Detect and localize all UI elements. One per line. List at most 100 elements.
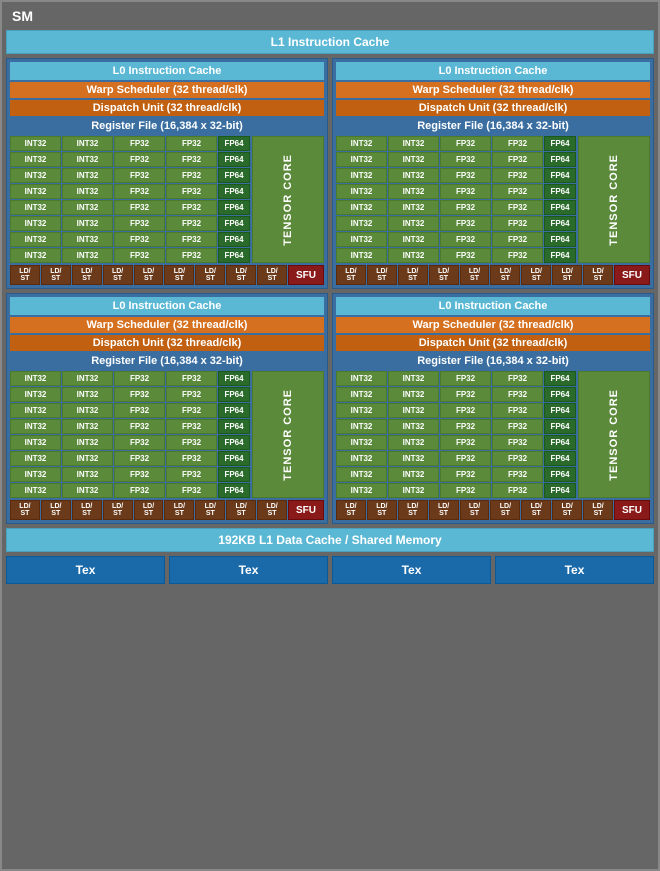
fp32: FP32 (166, 387, 217, 402)
ld-st: LD/ST (226, 265, 256, 285)
int32: INT32 (388, 248, 439, 263)
tex-4: Tex (495, 556, 654, 584)
warp-scheduler-4: Warp Scheduler (32 thread/clk) (336, 317, 650, 333)
fp32: FP32 (166, 483, 217, 498)
int32: INT32 (62, 136, 113, 151)
tex-3: Tex (332, 556, 491, 584)
l0-cache-1: L0 Instruction Cache (10, 62, 324, 80)
fp64: FP64 (218, 168, 250, 183)
int32: INT32 (62, 232, 113, 247)
unit-row: INT32 INT32 FP32 FP32 FP64 (336, 216, 576, 231)
bottom-row-2: LD/ST LD/ST LD/ST LD/ST LD/ST LD/ST LD/S… (336, 265, 650, 285)
fp64: FP64 (544, 168, 576, 183)
ld-st: LD/ST (195, 500, 225, 520)
int32: INT32 (10, 403, 61, 418)
fp32: FP32 (166, 435, 217, 450)
fp32: FP32 (114, 403, 165, 418)
tensor-core-3: TENSOR CORE (252, 371, 324, 498)
compute-area-2: INT32 INT32 FP32 FP32 FP64 INT32 INT32 F… (336, 136, 650, 263)
unit-row: INT32 INT32 FP32 FP32 FP64 (336, 387, 576, 402)
fp32: FP32 (166, 168, 217, 183)
unit-row: INT32 INT32 FP32 FP32 FP64 (336, 403, 576, 418)
fp32: FP32 (440, 200, 491, 215)
fp64: FP64 (544, 200, 576, 215)
int32: INT32 (336, 451, 387, 466)
int32: INT32 (388, 371, 439, 386)
unit-row: INT32 INT32 FP32 FP32 FP64 (336, 168, 576, 183)
fp64: FP64 (218, 248, 250, 263)
ld-st: LD/ST (336, 265, 366, 285)
units-col-1: INT32 INT32 FP32 FP32 FP64 INT32 INT32 F… (10, 136, 250, 263)
int32: INT32 (336, 232, 387, 247)
fp32: FP32 (492, 168, 543, 183)
fp64: FP64 (544, 136, 576, 151)
fp64: FP64 (544, 152, 576, 167)
ld-st: LD/ST (72, 500, 102, 520)
ld-st: LD/ST (429, 265, 459, 285)
int32: INT32 (388, 200, 439, 215)
fp64: FP64 (218, 387, 250, 402)
bottom-row-3: LD/ST LD/ST LD/ST LD/ST LD/ST LD/ST LD/S… (10, 500, 324, 520)
int32: INT32 (62, 371, 113, 386)
units-col-2: INT32 INT32 FP32 FP32 FP64 INT32 INT32 F… (336, 136, 576, 263)
ld-st: LD/ST (429, 500, 459, 520)
unit-row: INT32 INT32 FP32 FP32 FP64 (336, 467, 576, 482)
dispatch-unit-2: Dispatch Unit (32 thread/clk) (336, 100, 650, 116)
dispatch-unit-4: Dispatch Unit (32 thread/clk) (336, 335, 650, 351)
unit-row: INT32 INT32 FP32 FP32 FP64 (10, 403, 250, 418)
sub-processor-1: L0 Instruction Cache Warp Scheduler (32 … (6, 58, 328, 289)
fp64: FP64 (544, 435, 576, 450)
int32: INT32 (10, 136, 61, 151)
int32: INT32 (388, 387, 439, 402)
ld-st: LD/ST (521, 265, 551, 285)
tex-2: Tex (169, 556, 328, 584)
int32: INT32 (388, 435, 439, 450)
ld-st: LD/ST (460, 500, 490, 520)
fp32: FP32 (114, 152, 165, 167)
int32: INT32 (10, 371, 61, 386)
fp32: FP32 (440, 184, 491, 199)
int32: INT32 (336, 200, 387, 215)
fp64: FP64 (544, 184, 576, 199)
fp64: FP64 (544, 371, 576, 386)
fp32: FP32 (440, 483, 491, 498)
int32: INT32 (336, 387, 387, 402)
sfu-1: SFU (288, 265, 324, 285)
compute-area-3: INT32 INT32 FP32 FP32 FP64 INT32 INT32 F… (10, 371, 324, 498)
int32: INT32 (62, 435, 113, 450)
int32: INT32 (62, 216, 113, 231)
sfu-4: SFU (614, 500, 650, 520)
int32: INT32 (388, 403, 439, 418)
fp32: FP32 (166, 136, 217, 151)
fp32: FP32 (166, 232, 217, 247)
l1-data-cache: 192KB L1 Data Cache / Shared Memory (6, 528, 654, 552)
int32: INT32 (62, 152, 113, 167)
sub-processor-2: L0 Instruction Cache Warp Scheduler (32 … (332, 58, 654, 289)
int32: INT32 (62, 483, 113, 498)
fp32: FP32 (114, 136, 165, 151)
unit-row: INT32 INT32 FP32 FP32 FP64 (10, 419, 250, 434)
ld-st: LD/ST (103, 500, 133, 520)
int32: INT32 (10, 216, 61, 231)
register-file-4: Register File (16,384 x 32-bit) (336, 353, 650, 369)
ld-st: LD/ST (72, 265, 102, 285)
ld-st: LD/ST (10, 265, 40, 285)
int32: INT32 (336, 435, 387, 450)
int32: INT32 (336, 248, 387, 263)
fp32: FP32 (492, 435, 543, 450)
ld-st: LD/ST (398, 500, 428, 520)
fp64: FP64 (544, 248, 576, 263)
int32: INT32 (62, 168, 113, 183)
fp32: FP32 (440, 152, 491, 167)
fp32: FP32 (114, 387, 165, 402)
fp64: FP64 (218, 419, 250, 434)
fp32: FP32 (440, 419, 491, 434)
fp64: FP64 (218, 216, 250, 231)
fp64: FP64 (218, 232, 250, 247)
l0-cache-2: L0 Instruction Cache (336, 62, 650, 80)
int32: INT32 (10, 451, 61, 466)
fp32: FP32 (114, 232, 165, 247)
fp32: FP32 (166, 419, 217, 434)
fp32: FP32 (440, 371, 491, 386)
fp32: FP32 (114, 451, 165, 466)
